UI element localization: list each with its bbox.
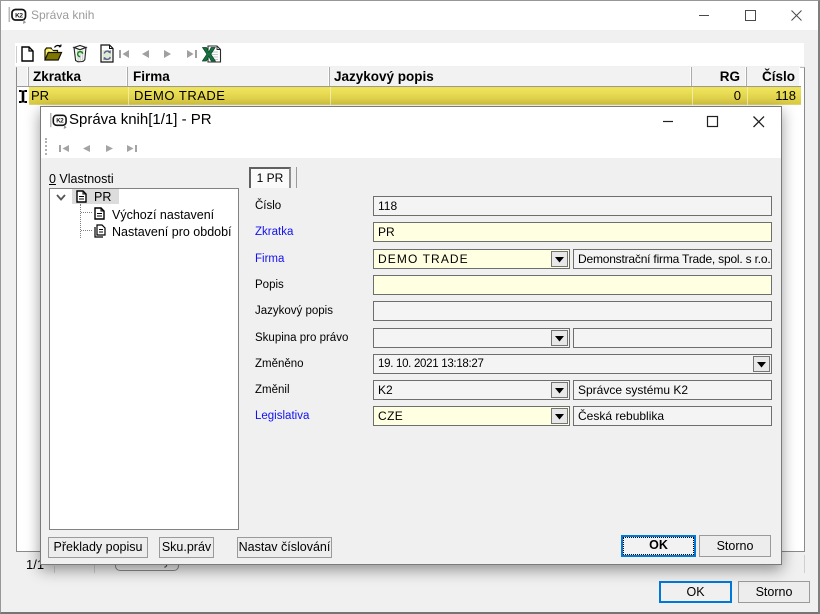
svg-text:K2: K2: [15, 12, 23, 19]
